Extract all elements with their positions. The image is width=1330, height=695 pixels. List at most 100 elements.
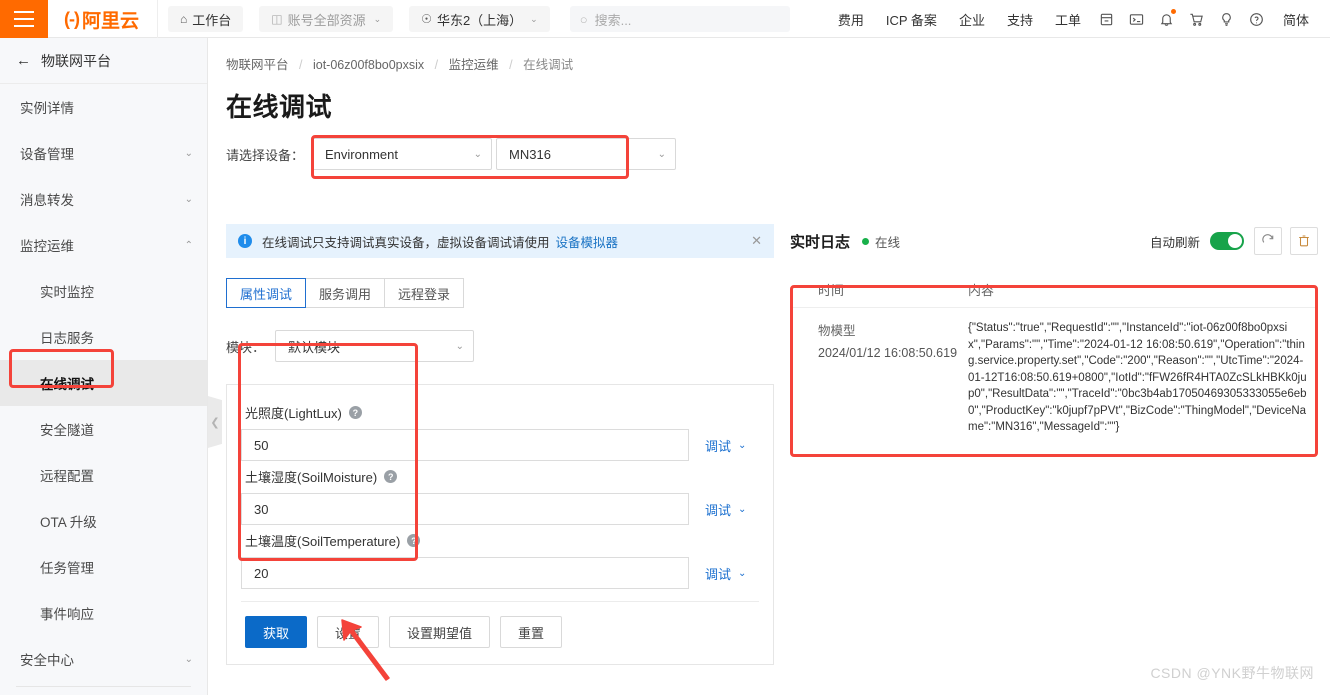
nav-region-label: 华东2（上海） [436, 12, 523, 28]
help-icon[interactable]: ? [348, 406, 362, 419]
properties-card: 光照度(LightLux) ? 50 调试 ⌄ 土壤湿度(SoilMoistur… [226, 384, 774, 665]
language-switcher[interactable]: 简体 [1272, 10, 1320, 29]
device-simulator-link[interactable]: 设备模拟器 [556, 232, 619, 251]
chevron-down-icon: ⌄ [530, 13, 538, 24]
sidebar-item-instance-detail[interactable]: 实例详情 [0, 84, 207, 130]
device-selector-label: 请选择设备： [226, 147, 305, 163]
sidebar-item-ota-upgrade[interactable]: OTA 升级 [0, 498, 207, 544]
sidebar-item-device-management[interactable]: 设备管理 ⌄ [0, 130, 207, 176]
log-time-cell: 物模型 2024/01/12 16:08:50.619 [790, 320, 960, 436]
set-desired-value-button[interactable]: 设置期望值 [389, 616, 491, 648]
close-icon[interactable]: ✕ [751, 233, 762, 249]
bell-icon[interactable] [1152, 0, 1182, 38]
top-link-enterprise[interactable]: 企业 [948, 10, 996, 29]
property-label-wrap: 光照度(LightLux) ? [245, 403, 759, 422]
top-link-icp[interactable]: ICP 备案 [875, 10, 948, 29]
resource-icon: ◫ [271, 12, 283, 26]
top-link-fee[interactable]: 费用 [827, 10, 875, 29]
nav-region[interactable]: ☉ 华东2（上海） ⌄ [409, 6, 550, 32]
device-select[interactable]: MN316 ⌄ [496, 138, 677, 170]
breadcrumb-item-1[interactable]: iot-06z00f8bo0pxsix [313, 58, 424, 72]
watermark: CSDN @YNK野牛物联网 [1150, 665, 1314, 681]
property-debug-label: 调试 [705, 502, 732, 518]
nav-workbench[interactable]: ⌂ 工作台 [168, 6, 244, 32]
sidebar-item-docs-tools[interactable]: 文档与工具 [0, 691, 207, 695]
chevron-down-icon: ⌄ [738, 567, 747, 579]
notification-badge [1170, 9, 1176, 14]
property-input-soilmoisture[interactable]: 30 [241, 493, 689, 525]
sidebar-item-event-response[interactable]: 事件响应 [0, 590, 207, 636]
chevron-left-icon[interactable]: ❮ [208, 396, 222, 448]
property-debug-soiltemperature[interactable]: 调试 ⌄ [705, 564, 759, 583]
property-input-soiltemperature[interactable]: 20 [241, 557, 689, 589]
property-debug-label: 调试 [705, 438, 732, 454]
breadcrumb-item-0[interactable]: 物联网平台 [226, 58, 289, 72]
sidebar-item-message-forward[interactable]: 消息转发 ⌄ [0, 176, 207, 222]
logo-mark-icon: (-) [64, 8, 80, 29]
search-input[interactable]: ○ 搜索... [569, 6, 790, 32]
property-input-row: 20 调试 ⌄ [241, 557, 759, 589]
tab-service-invoke[interactable]: 服务调用 [305, 278, 386, 308]
info-banner: i 在线调试只支持调试真实设备，虚拟设备调试请使用 设备模拟器 ✕ [226, 224, 774, 258]
cart-icon[interactable] [1182, 0, 1212, 38]
clear-icon[interactable] [1290, 227, 1318, 255]
page-title: 在线调试 [226, 92, 333, 122]
auto-refresh-label: 自动刷新 [1149, 235, 1200, 250]
chevron-down-icon: ⌄ [657, 148, 667, 160]
annotation-arrow [341, 619, 390, 681]
help-icon[interactable]: ? [384, 470, 398, 483]
top-link-support[interactable]: 支持 [996, 10, 1044, 29]
tab-property-debug[interactable]: 属性调试 [226, 278, 307, 308]
property-debug-lightlux[interactable]: 调试 ⌄ [705, 436, 759, 455]
chevron-down-icon: ⌄ [738, 439, 747, 451]
sidebar-item-realtime-monitor[interactable]: 实时监控 [0, 268, 207, 314]
sidebar-item-label: 事件响应 [40, 607, 94, 622]
sidebar-item-online-debug[interactable]: 在线调试 [0, 360, 207, 406]
info-icon: i [238, 234, 252, 248]
archive-icon[interactable] [1092, 0, 1122, 38]
property-input-row: 50 调试 ⌄ [241, 429, 759, 461]
home-icon: ⌂ [180, 12, 188, 26]
chevron-down-icon: ⌄ [455, 340, 465, 352]
auto-refresh-toggle[interactable] [1210, 232, 1244, 250]
reset-button[interactable]: 重置 [500, 616, 563, 648]
debug-tabs: 属性调试 服务调用 远程登录 [226, 278, 774, 308]
sidebar-item-security-center[interactable]: 安全中心 ⌄ [0, 636, 207, 682]
sidebar-item-label: 实时监控 [40, 285, 94, 300]
breadcrumb-separator: / [509, 58, 513, 72]
get-button[interactable]: 获取 [245, 616, 308, 648]
sidebar-item-secure-tunnel[interactable]: 安全隧道 [0, 406, 207, 452]
breadcrumb-item-2[interactable]: 监控运维 [449, 58, 499, 72]
online-status-label: 在线 [875, 235, 901, 250]
sidebar-header[interactable]: ← 物联网平台 [0, 38, 207, 84]
sidebar-item-remote-config[interactable]: 远程配置 [0, 452, 207, 498]
sidebar-item-task-management[interactable]: 任务管理 [0, 544, 207, 590]
aliyun-logo[interactable]: (-) 阿里云 [48, 0, 158, 38]
nav-resources[interactable]: ◫ 账号全部资源 ⌄ [259, 6, 394, 32]
top-link-ticket[interactable]: 工单 [1044, 10, 1092, 29]
property-label: 土壤温度(SoilTemperature) [245, 534, 401, 549]
chevron-down-icon: ⌄ [184, 147, 193, 159]
refresh-icon[interactable] [1254, 227, 1282, 255]
hamburger-icon[interactable] [0, 0, 48, 38]
product-select[interactable]: Environment ⌄ [312, 138, 493, 170]
help-icon[interactable]: ? [407, 534, 421, 547]
left-sidebar: ← 物联网平台 实例详情 设备管理 ⌄ 消息转发 ⌄ 监控运维 ⌃ 实时监控 日… [0, 38, 208, 695]
help-icon[interactable] [1242, 0, 1272, 38]
property-input-lightlux[interactable]: 50 [241, 429, 689, 461]
arrow-left-icon[interactable]: ← [16, 52, 31, 69]
chevron-down-icon: ⌄ [738, 503, 747, 515]
sidebar-item-label: 在线调试 [40, 377, 94, 392]
module-select[interactable]: 默认模块 ⌄ [275, 330, 475, 362]
tab-remote-login[interactable]: 远程登录 [384, 278, 465, 308]
property-label: 土壤湿度(SoilMoisture) [245, 470, 378, 485]
toggle-knob [1228, 234, 1242, 248]
sidebar-item-monitor-ops[interactable]: 监控运维 ⌃ [0, 222, 207, 268]
product-select-value: Environment [325, 146, 398, 162]
bulb-icon[interactable] [1212, 0, 1242, 38]
property-debug-soilmoisture[interactable]: 调试 ⌄ [705, 500, 759, 519]
terminal-icon[interactable] [1122, 0, 1152, 38]
log-timestamp: 2024/01/12 16:08:50.619 [818, 346, 958, 360]
breadcrumb-item-3: 在线调试 [523, 58, 574, 72]
sidebar-item-log-service[interactable]: 日志服务 [0, 314, 207, 360]
